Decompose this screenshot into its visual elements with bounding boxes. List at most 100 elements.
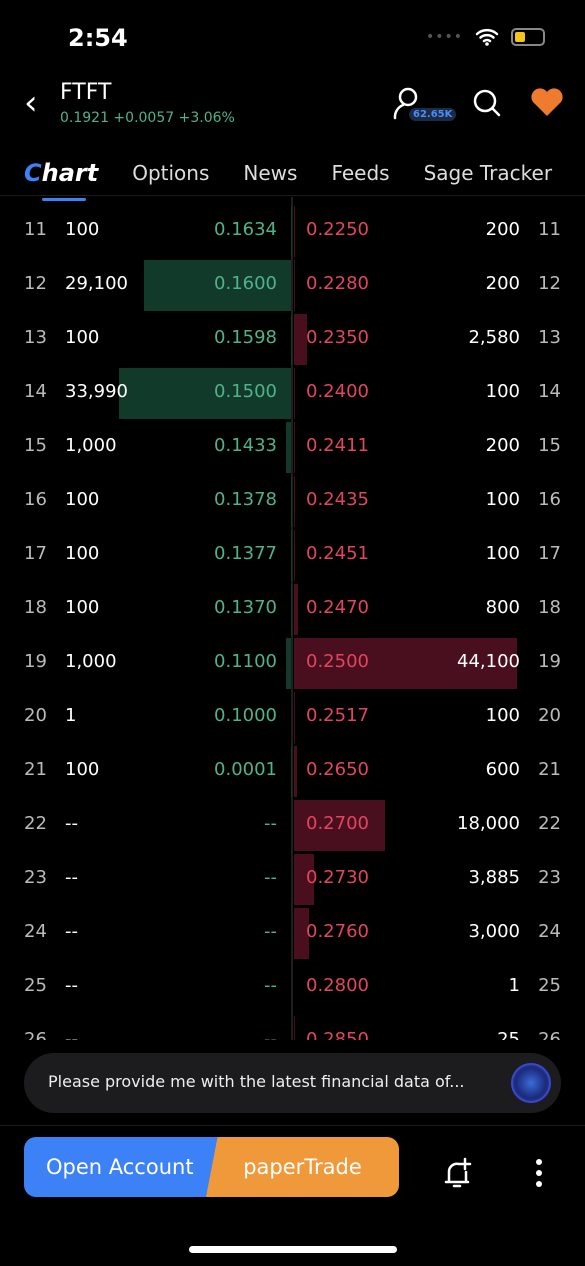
bid-volume-bar: [290, 584, 291, 635]
order-book-row[interactable]: 11 100 0.1634 0.2250 200 11: [0, 205, 585, 259]
bid-size: --: [65, 975, 78, 996]
order-book-row[interactable]: 23 -- -- 0.2730 3,885 23: [0, 853, 585, 907]
stock-symbol: FTFT: [60, 80, 112, 105]
order-book-row[interactable]: 15 1,000 0.1433 0.2411 200 15: [0, 421, 585, 475]
ask-volume-bar: [294, 584, 299, 635]
more-options-icon[interactable]: [535, 1158, 543, 1188]
ai-prompt-text: Please provide me with the latest financ…: [48, 1072, 465, 1091]
ask-level: 12: [538, 273, 561, 294]
order-book-row[interactable]: 20 1 0.1000 0.2517 100 20: [0, 691, 585, 745]
back-button[interactable]: ‹: [24, 86, 38, 120]
tab-options[interactable]: Options: [132, 161, 209, 185]
bid-volume-bar: [290, 476, 291, 527]
tab-feeds[interactable]: Feeds: [331, 161, 389, 185]
ask-price: 0.2350: [306, 327, 369, 348]
ai-assistant-bar[interactable]: Please provide me with the latest financ…: [24, 1053, 561, 1113]
bid-size: 100: [65, 597, 100, 618]
order-book-row[interactable]: 16 100 0.1378 0.2435 100 16: [0, 475, 585, 529]
home-indicator[interactable]: [189, 1246, 397, 1253]
followers-badge: 62.65K: [409, 108, 457, 121]
ask-price: 0.2451: [306, 543, 369, 564]
tab-chart[interactable]: Chart: [24, 159, 98, 201]
order-book-row[interactable]: 17 100 0.1377 0.2451 100 17: [0, 529, 585, 583]
ask-level: 22: [538, 813, 561, 834]
order-book-row[interactable]: 13 100 0.1598 0.2350 2,580 13: [0, 313, 585, 367]
ask-size: 100: [485, 705, 520, 726]
bid-price: 0.1370: [214, 597, 277, 618]
tab-news[interactable]: News: [243, 161, 297, 185]
ask-size: 200: [485, 435, 520, 456]
ask-level: 15: [538, 435, 561, 456]
order-book[interactable]: 11 100 0.1634 0.2250 200 11 12 29,100 0.1600 0.22…: [0, 197, 585, 1040]
ask-price: 0.2250: [306, 219, 369, 240]
order-book-row[interactable]: 25 -- -- 0.2800 1 25: [0, 961, 585, 1015]
tab-sage-tracker[interactable]: Sage Tracker: [424, 161, 552, 185]
tab-bar: Chart Options News Feeds Sage Tracker A: [0, 150, 585, 201]
ask-level: 18: [538, 597, 561, 618]
ask-price: 0.2650: [306, 759, 369, 780]
ask-level: 17: [538, 543, 561, 564]
ask-level: 19: [538, 651, 561, 672]
ask-price: 0.2435: [306, 489, 369, 510]
ask-level: 21: [538, 759, 561, 780]
bid-volume-bar: [290, 746, 291, 797]
ask-price: 0.2411: [306, 435, 369, 456]
ask-volume-bar: [294, 368, 295, 419]
bid-level: 22: [24, 813, 47, 834]
open-account-button[interactable]: Open Account: [24, 1137, 219, 1197]
bid-level: 14: [24, 381, 47, 402]
bid-size: --: [65, 813, 78, 834]
ask-size: 1: [508, 975, 520, 996]
ask-price: 0.2400: [306, 381, 369, 402]
add-alert-bell-icon[interactable]: [440, 1155, 476, 1191]
ask-size: 25: [497, 1029, 520, 1040]
bid-size: 100: [65, 759, 100, 780]
ask-size: 18,000: [457, 813, 520, 834]
bid-size: 1,000: [65, 651, 117, 672]
ask-volume-bar: [294, 530, 295, 581]
bid-size: 100: [65, 327, 100, 348]
order-book-row[interactable]: 21 100 0.0001 0.2650 600 21: [0, 745, 585, 799]
ask-size: 600: [485, 759, 520, 780]
order-book-row[interactable]: 26 -- -- 0.2850 25 26: [0, 1015, 585, 1040]
ask-size: 100: [485, 489, 520, 510]
ai-assistant-icon[interactable]: [511, 1063, 551, 1103]
order-book-row[interactable]: 12 29,100 0.1600 0.2280 200 12: [0, 259, 585, 313]
favorite-heart-icon[interactable]: [530, 86, 564, 118]
bid-price: 0.1598: [214, 327, 277, 348]
bid-price: --: [264, 975, 277, 996]
ask-level: 16: [538, 489, 561, 510]
ask-level: 25: [538, 975, 561, 996]
ask-volume-bar: [294, 476, 295, 527]
ask-volume-bar: [294, 206, 295, 257]
order-book-row[interactable]: 22 -- -- 0.2700 18,000 22: [0, 799, 585, 853]
ask-size: 44,100: [457, 651, 520, 672]
order-book-row[interactable]: 24 -- -- 0.2760 3,000 24: [0, 907, 585, 961]
bid-price: 0.1433: [214, 435, 277, 456]
bid-level: 15: [24, 435, 47, 456]
bid-volume-bar: [285, 422, 291, 473]
status-time: 2:54: [68, 24, 128, 52]
bid-level: 13: [24, 327, 47, 348]
status-icons: ••••: [426, 28, 545, 46]
bid-price: --: [264, 813, 277, 834]
bid-price: 0.1634: [214, 219, 277, 240]
bid-level: 26: [24, 1029, 47, 1040]
bid-price: 0.1377: [214, 543, 277, 564]
bid-price: --: [264, 867, 277, 888]
paper-trade-button[interactable]: paperTrade: [206, 1137, 399, 1197]
ask-price: 0.2280: [306, 273, 369, 294]
ask-price: 0.2850: [306, 1029, 369, 1040]
ask-level: 20: [538, 705, 561, 726]
bid-level: 12: [24, 273, 47, 294]
order-book-row[interactable]: 14 33,990 0.1500 0.2400 100 14: [0, 367, 585, 421]
ask-size: 800: [485, 597, 520, 618]
ask-price: 0.2517: [306, 705, 369, 726]
bid-size: 100: [65, 543, 100, 564]
signal-icon: ••••: [425, 29, 463, 45]
search-icon[interactable]: [472, 88, 502, 118]
order-book-row[interactable]: 19 1,000 0.1100 0.2500 44,100 19: [0, 637, 585, 691]
ask-price: 0.2500: [306, 651, 369, 672]
order-book-row[interactable]: 18 100 0.1370 0.2470 800 18: [0, 583, 585, 637]
ask-price: 0.2470: [306, 597, 369, 618]
